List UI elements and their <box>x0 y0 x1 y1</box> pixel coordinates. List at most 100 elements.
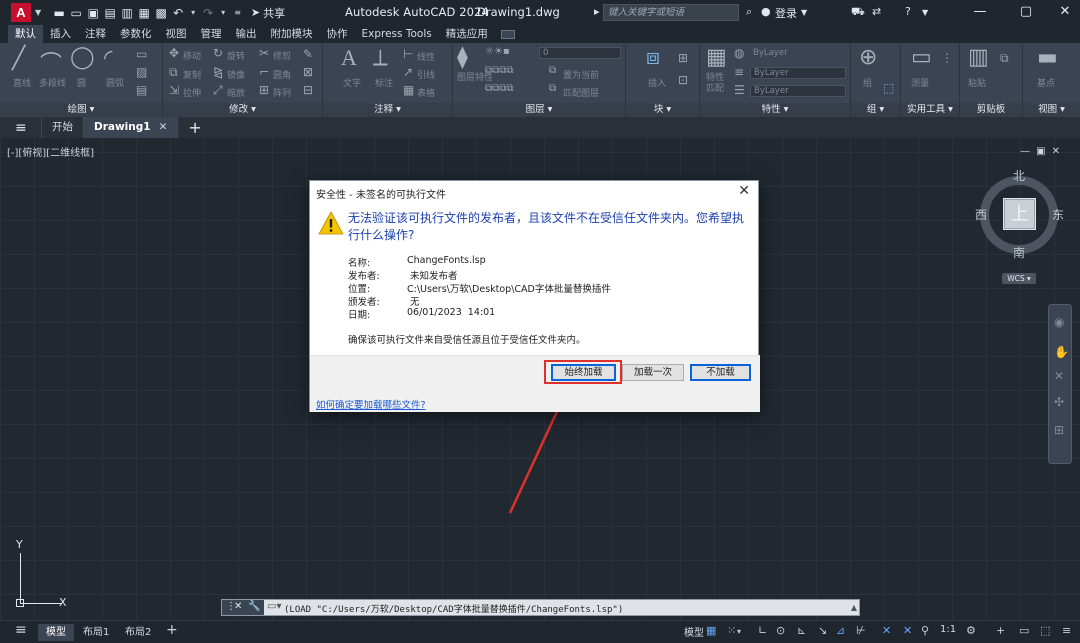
annotation-scale-icon[interactable]: ✕ <box>903 624 912 637</box>
linetype-dropdown[interactable]: ByLayer <box>750 85 846 97</box>
draw-panel-title[interactable]: 绘图 ▾ <box>0 103 162 117</box>
tab-addins[interactable]: 附加模块 <box>264 25 320 43</box>
save-icon[interactable]: ▣ <box>85 5 101 21</box>
search-input[interactable]: 键入关键字或短语 <box>603 4 739 21</box>
dialog-close-button[interactable]: ✕ <box>738 183 750 199</box>
utilities-panel-title[interactable]: 实用工具 ▾ <box>901 103 959 117</box>
share-button[interactable]: ➤ 共享 <box>251 5 285 21</box>
undo-icon[interactable]: ↶ <box>170 5 186 21</box>
help-dropdown-icon[interactable]: ▼ <box>922 8 928 17</box>
object-snap-icon[interactable]: ⊿ <box>836 624 845 637</box>
tab-express-tools[interactable]: Express Tools <box>355 25 439 43</box>
offset-icon[interactable]: ⊟ <box>303 83 313 97</box>
create-block-icon[interactable]: ⊞ <box>678 51 688 65</box>
measure-icon[interactable]: ▭ <box>911 45 932 70</box>
customize-qat-icon[interactable]: ≡ <box>234 8 241 17</box>
object-snap-tracking-icon[interactable]: ↘ <box>818 624 827 637</box>
layer-dropdown[interactable]: 0 <box>539 47 621 59</box>
tab-featured-apps[interactable]: 精选应用 <box>439 25 495 43</box>
stretch-icon[interactable]: ⇲ <box>169 83 179 97</box>
annotation-visibility-icon[interactable]: ⊬ <box>856 624 866 637</box>
circle-tool-icon[interactable]: ◯ <box>70 45 95 70</box>
groups-panel-title[interactable]: 组 ▾ <box>851 103 900 117</box>
command-prompt-icon[interactable]: ▭▾ <box>267 601 281 612</box>
cart-icon[interactable]: ⛟ <box>851 5 865 20</box>
viewport-window-controls[interactable]: —▣✕ <box>1020 146 1066 157</box>
autoscale-icon[interactable]: ✕ <box>882 624 891 637</box>
move-icon[interactable]: ✥ <box>169 46 179 60</box>
layers-panel-title[interactable]: 图层 ▾ <box>453 103 625 117</box>
annotation-scale-value[interactable]: 1:1 <box>940 624 956 635</box>
tab-output[interactable]: 输出 <box>229 25 264 43</box>
viewcube-top-face[interactable]: 上 <box>1003 198 1036 230</box>
command-line[interactable]: ⋮ ✕ 🔧 ▭▾ (LOAD "C:/Users/万软/Desktop/CAD字… <box>221 599 860 616</box>
linetype-icon[interactable]: ☰ <box>734 83 745 97</box>
color-dropdown[interactable]: ByLayer <box>750 48 846 60</box>
paste-icon[interactable]: ▥ <box>968 45 989 70</box>
new-file-icon[interactable]: ▬ <box>51 5 67 21</box>
arc-tool-icon[interactable]: ◜ <box>104 46 113 71</box>
tab-default[interactable]: 默认 <box>8 25 43 43</box>
tab-parametric[interactable]: 参数化 <box>113 25 159 43</box>
workspace-gear-icon[interactable]: ⚙ <box>966 624 976 637</box>
polyline-tool-icon[interactable]: ⌒ <box>40 46 62 78</box>
tab-layout2[interactable]: 布局2 <box>117 624 159 641</box>
utilities-more-icon[interactable]: ⋮ <box>941 51 953 65</box>
linear-dim-icon[interactable]: ⊢ <box>403 47 413 61</box>
line-tool-icon[interactable]: ╱ <box>12 46 25 71</box>
fillet-icon[interactable]: ⌐ <box>259 65 269 79</box>
text-tool-icon[interactable]: A <box>341 45 357 71</box>
command-line-text[interactable]: (LOAD "C:/Users/万软/Desktop/CAD字体批量替换插件/C… <box>284 602 623 615</box>
clipboard-panel-title[interactable]: 剪贴板 <box>960 103 1022 117</box>
group-select-icon[interactable]: ⬚ <box>883 81 894 95</box>
hatch-tool-icon[interactable]: ▨ <box>136 65 147 79</box>
tab-collaborate[interactable]: 协作 <box>320 25 355 43</box>
maximize-button[interactable]: ▢ <box>1006 2 1046 22</box>
polar-icon[interactable]: ⊙ <box>776 624 785 637</box>
help-icon[interactable]: ? <box>905 5 911 18</box>
properties-panel-title[interactable]: 特性 ▾ <box>700 103 850 117</box>
compass-south[interactable]: 南 <box>1013 244 1025 261</box>
hardware-acceleration-icon[interactable]: ▭ <box>1019 624 1029 637</box>
grid-icon[interactable]: ▦ <box>706 624 716 637</box>
rotate-icon[interactable]: ↻ <box>213 46 223 60</box>
wcs-menu-button[interactable]: WCS ▾ <box>1002 273 1036 284</box>
ortho-icon[interactable]: ∟ <box>758 624 767 637</box>
base-point-icon[interactable]: ▬ <box>1037 45 1058 70</box>
modify-panel-title[interactable]: 修改 ▾ <box>163 103 322 117</box>
group-icon[interactable]: ⊕ <box>859 45 877 70</box>
command-history-icon[interactable]: ▲ <box>851 603 857 612</box>
redo-icon[interactable]: ↷ <box>200 5 216 21</box>
compass-east[interactable]: 东 <box>1052 206 1064 223</box>
tab-model[interactable]: 模型 <box>38 624 74 641</box>
compass-west[interactable]: 西 <box>975 206 987 223</box>
command-close-icon[interactable]: ✕ <box>234 601 242 612</box>
login-dropdown-icon[interactable]: ▼ <box>801 8 807 17</box>
color-wheel-icon[interactable]: ◍ <box>734 46 744 60</box>
tab-view[interactable]: 视图 <box>159 25 194 43</box>
open-folder-icon[interactable]: ▭ <box>68 5 84 21</box>
lineweight-icon[interactable]: ≡ <box>734 65 744 79</box>
rectangle-tool-icon[interactable]: ▭ <box>136 47 147 61</box>
layer-tools-row1-icons[interactable]: ⧉⧉⧉⧉ <box>485 65 514 76</box>
redo-dropdown-icon[interactable]: ▾ <box>221 8 225 17</box>
layer-state-icons[interactable]: ☼☀▪ <box>485 46 510 57</box>
dimension-tool-icon[interactable]: ⟂ <box>373 46 388 71</box>
orbit-icon[interactable]: ✣ <box>1054 395 1064 409</box>
print-icon[interactable]: ▩ <box>153 5 169 21</box>
insert-block-icon[interactable]: ⧈ <box>646 45 660 70</box>
block-panel-title[interactable]: 块 ▾ <box>626 103 699 117</box>
layout-menu-hamburger-icon[interactable]: ≡ <box>15 622 27 638</box>
match-layer-icon[interactable]: ⧉ <box>549 83 556 94</box>
tab-drawing1[interactable]: Drawing1 ✕ <box>84 117 179 138</box>
showmotion-icon[interactable]: ⊞ <box>1054 423 1064 437</box>
load-once-button[interactable]: 加载一次 <box>622 364 684 381</box>
viewport-controls-label[interactable]: [-][俯视][二维线框] <box>7 144 94 159</box>
model-space-label[interactable]: 模型 <box>684 624 704 639</box>
tab-manage[interactable]: 管理 <box>194 25 229 43</box>
layer-tools-row2-icons[interactable]: ⧉⧉⧉⧉ <box>485 83 514 94</box>
minimize-button[interactable]: — <box>960 2 1000 22</box>
autocad-logo[interactable]: A <box>11 3 31 22</box>
set-current-icon[interactable]: ⧉ <box>549 65 556 76</box>
scale-icon[interactable]: ⤢ <box>213 83 223 98</box>
